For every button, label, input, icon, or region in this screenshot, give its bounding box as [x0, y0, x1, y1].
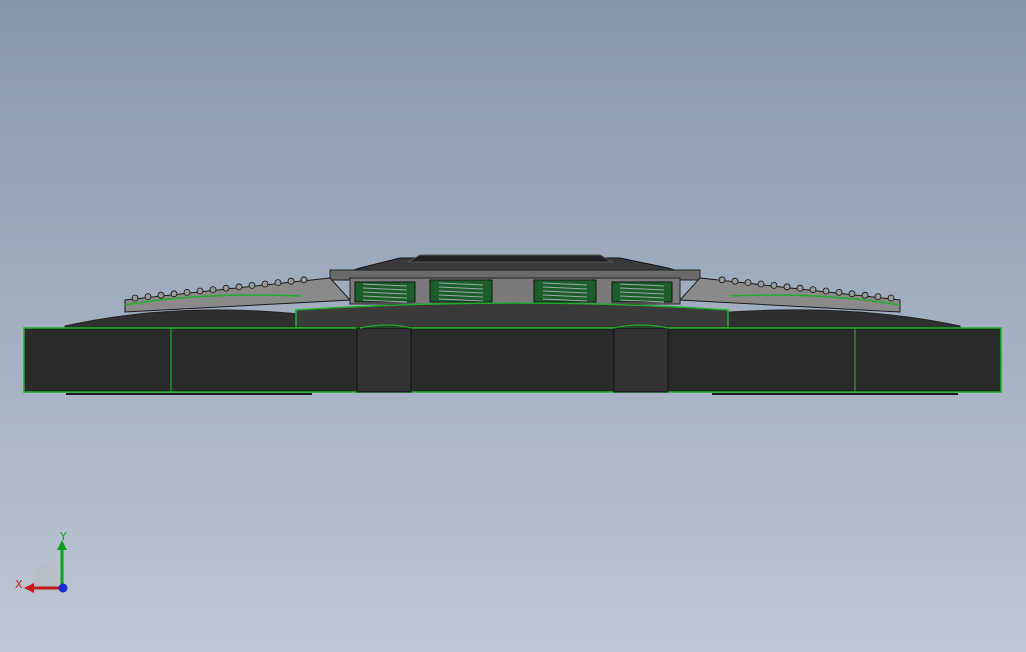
bolt-head: [887, 294, 895, 302]
y-axis-label: Y: [59, 530, 67, 543]
bolt-head: [248, 281, 256, 289]
bolt-head: [222, 284, 230, 292]
top-hardware-strip: [329, 254, 701, 281]
bolt-head: [744, 279, 752, 287]
reference-triad[interactable]: Y X: [10, 528, 80, 598]
bolt-head: [796, 284, 804, 292]
bolt-head: [235, 283, 243, 291]
cad-model-front-view[interactable]: [0, 0, 1026, 652]
x-axis-label: X: [15, 578, 23, 591]
bolt-head: [274, 279, 282, 287]
bolt-head: [874, 293, 882, 301]
center-raised-plate: [295, 302, 729, 329]
bolt-head: [731, 277, 739, 285]
base-block: [23, 324, 1002, 395]
bolt-head: [196, 287, 204, 295]
bolt-head: [144, 293, 152, 301]
bolt-head: [757, 280, 765, 288]
bolt-head: [183, 288, 191, 296]
bolt-head: [770, 281, 778, 289]
bolt-head: [261, 280, 269, 288]
bolt-head: [287, 277, 295, 285]
triad-plane: [32, 560, 58, 586]
bolt-head: [170, 290, 178, 298]
bolt-head: [718, 276, 726, 284]
graphics-viewport[interactable]: Y X: [0, 0, 1026, 652]
z-axis-dot: [58, 583, 68, 593]
bolt-head: [848, 290, 856, 298]
bolt-head: [131, 294, 139, 302]
bolt-head: [809, 286, 817, 294]
bolt-head: [835, 288, 843, 296]
bolt-head: [783, 283, 791, 291]
bolt-head: [861, 291, 869, 299]
bolt-head: [822, 287, 830, 295]
triad-graphic: Y X: [15, 530, 68, 593]
bolt-head: [300, 276, 308, 284]
center-housing: [349, 277, 681, 305]
x-axis-arrow-icon: [24, 583, 34, 593]
bolt-head: [157, 291, 165, 299]
bolt-head: [209, 286, 217, 294]
